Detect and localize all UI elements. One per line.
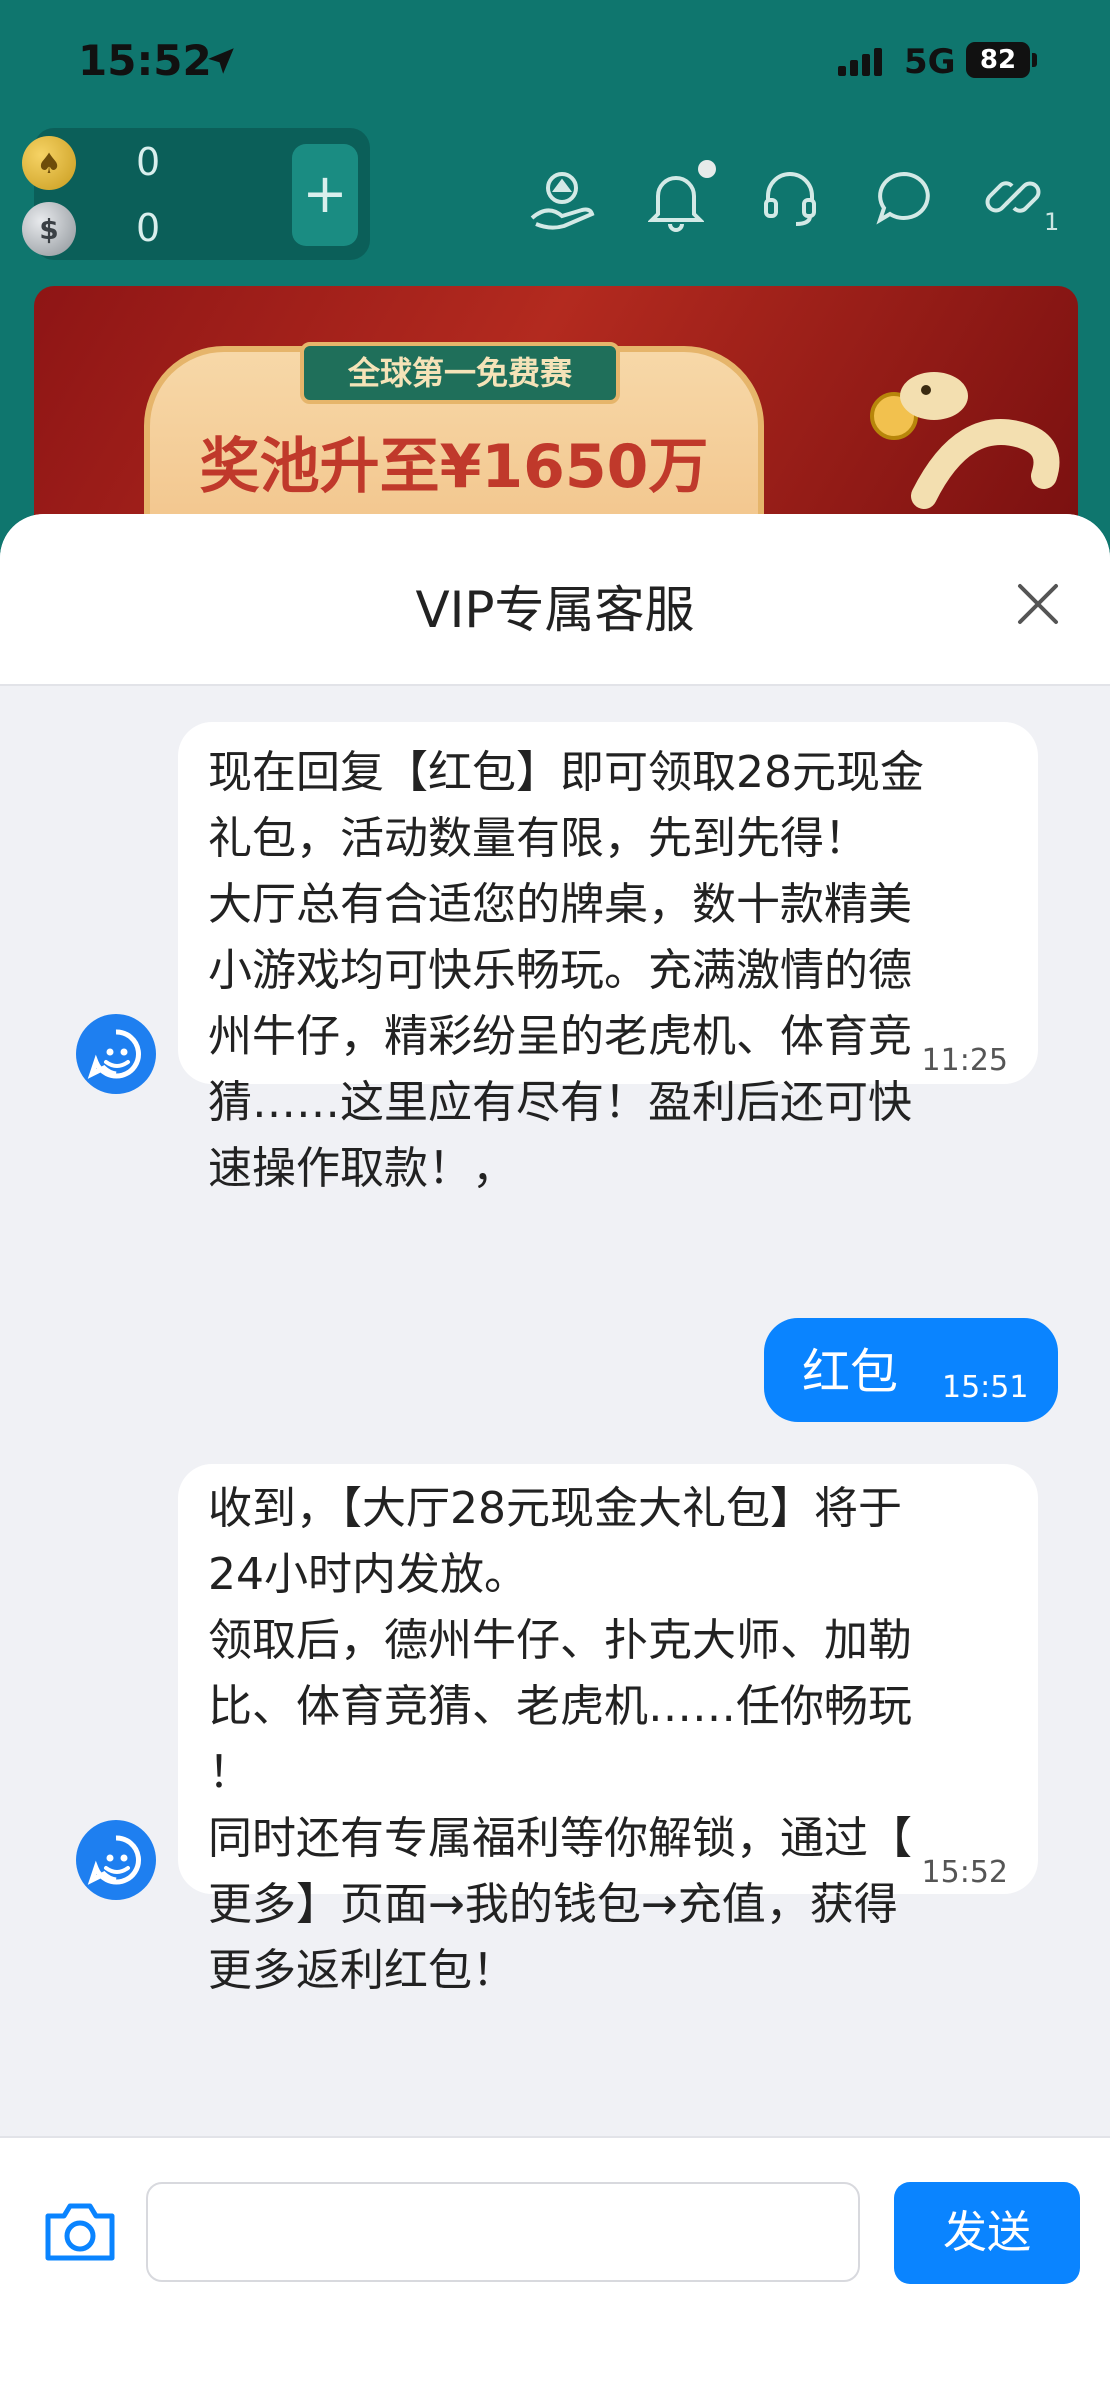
- network-label: 5G: [904, 42, 956, 82]
- status-bar: 15:52 5G 82: [0, 0, 1110, 120]
- notification-badge-dot: [698, 160, 716, 178]
- battery-indicator: 82: [966, 42, 1030, 78]
- banner-title: 奖池升至¥1650万: [199, 432, 709, 502]
- message-time: 11:25: [921, 1043, 1008, 1078]
- chat-bubble-icon[interactable]: [874, 168, 934, 228]
- camera-icon[interactable]: [40, 2196, 120, 2268]
- headset-support-icon[interactable]: [760, 168, 820, 228]
- notification-bell-icon[interactable]: [648, 168, 704, 232]
- status-time: 15:52: [78, 36, 212, 85]
- agent-avatar: [76, 1014, 156, 1094]
- chat-message-mine: 红包 15:51: [764, 1318, 1058, 1422]
- message-time: 15:52: [921, 1855, 1008, 1890]
- chat-title: VIP专属客服: [415, 581, 695, 639]
- message-text: 收到，【大厅28元现金大礼包】将于 24小时内发放。 领取后，德州牛仔、扑克大师…: [208, 1483, 912, 1996]
- bot-face-icon: [87, 1029, 141, 1079]
- link-count: 1: [1044, 208, 1060, 236]
- cash-balance: 0: [136, 206, 161, 250]
- gold-coin-icon: ♠: [22, 136, 76, 190]
- chat-message-agent: 现在回复【红包】即可领取28元现金 礼包，活动数量有限，先到先得！ 大厅总有合适…: [178, 722, 1038, 1194]
- bot-face-icon: [87, 1835, 141, 1885]
- banner-ribbon: 全球第一免费赛: [300, 342, 620, 404]
- chat-sheet: VIP专属客服 现在回复【红包】即可领取28元现金 礼包，活动数量有限，先到先得…: [0, 514, 1110, 2400]
- message-text: 红包: [802, 1344, 899, 1400]
- chat-header: VIP专属客服: [0, 514, 1110, 686]
- message-time: 15:51: [942, 1370, 1029, 1405]
- agent-avatar: [76, 1820, 156, 1900]
- golden-snake-icon: [870, 372, 1060, 509]
- message-composer: 发送: [0, 2136, 1110, 2400]
- add-funds-button[interactable]: +: [292, 144, 358, 246]
- close-icon[interactable]: [1008, 574, 1068, 634]
- location-arrow-icon: [208, 48, 234, 74]
- battery-tip: [1032, 53, 1037, 67]
- dealer-hand-icon[interactable]: [528, 168, 596, 232]
- signal-icon: [838, 48, 882, 76]
- message-text: 现在回复【红包】即可领取28元现金 礼包，活动数量有限，先到先得！ 大厅总有合适…: [208, 747, 924, 1194]
- send-button[interactable]: 发送: [894, 2182, 1080, 2284]
- promo-banner[interactable]: 全球第一免费赛 奖池升至¥1650万: [34, 286, 1078, 546]
- gold-balance: 0: [136, 140, 161, 184]
- message-input[interactable]: [146, 2182, 860, 2282]
- chat-message-agent: 收到，【大厅28元现金大礼包】将于 24小时内发放。 领取后，德州牛仔、扑克大师…: [178, 1464, 1038, 1996]
- link-icon[interactable]: [984, 168, 1042, 226]
- cash-coin-icon: $: [22, 202, 76, 256]
